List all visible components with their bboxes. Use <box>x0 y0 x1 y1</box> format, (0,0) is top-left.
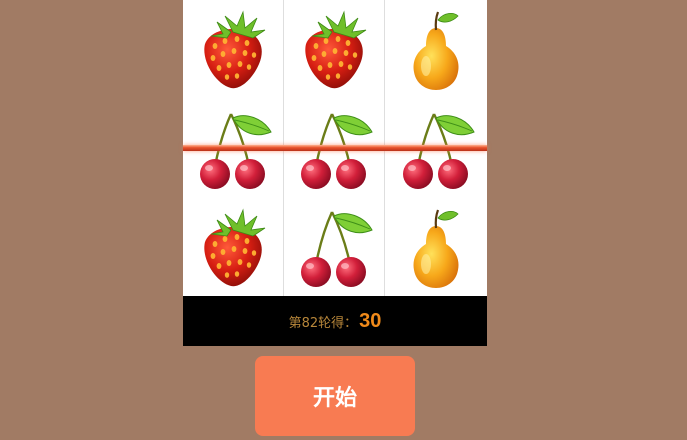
cherry-icon <box>284 200 384 296</box>
score-label: 第82轮得： <box>288 315 358 331</box>
pear-icon <box>385 0 487 100</box>
start-button[interactable]: 开始 <box>255 356 415 436</box>
payline <box>183 145 487 151</box>
strawberry-icon <box>284 0 384 100</box>
score-value: 30 <box>359 309 382 332</box>
strawberry-icon <box>183 0 283 100</box>
score-bar: 第82轮得： 30 <box>183 296 487 346</box>
pear-icon <box>385 200 487 296</box>
strawberry-icon <box>183 200 283 296</box>
slot-machine: 第82轮得： 30 开始 <box>0 0 687 440</box>
